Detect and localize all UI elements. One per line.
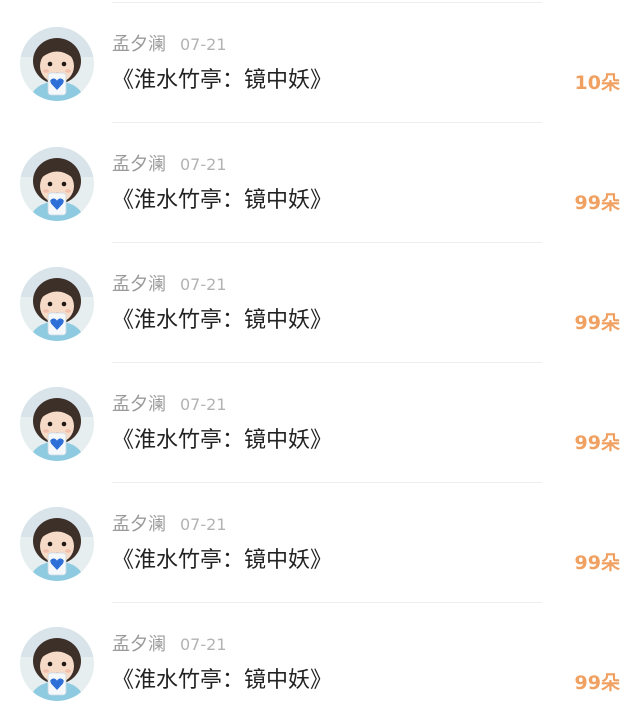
record-date: 07-21 <box>180 35 227 54</box>
book-title[interactable]: 《淮水竹亭：镜中妖》 <box>112 665 332 697</box>
child-avatar-icon <box>20 147 94 221</box>
gift-record-list: 孟夕澜 07-21 《淮水竹亭：镜中妖》 10朵 孟夕澜 07-21 《淮水竹亭… <box>0 3 640 723</box>
sender-name[interactable]: 孟夕澜 <box>112 34 166 55</box>
record-meta: 孟夕澜 07-21 <box>112 633 227 657</box>
flower-amount: 99朵 <box>574 672 620 694</box>
sender-name[interactable]: 孟夕澜 <box>112 394 166 415</box>
list-item[interactable]: 孟夕澜 07-21 《淮水竹亭：镜中妖》 99朵 <box>0 363 640 483</box>
sender-name[interactable]: 孟夕澜 <box>112 154 166 175</box>
user-avatar[interactable] <box>20 507 94 581</box>
list-item[interactable]: 孟夕澜 07-21 《淮水竹亭：镜中妖》 10朵 <box>0 3 640 123</box>
list-item[interactable]: 孟夕澜 07-21 《淮水竹亭：镜中妖》 99朵 <box>0 123 640 243</box>
sender-name[interactable]: 孟夕澜 <box>112 514 166 535</box>
book-title[interactable]: 《淮水竹亭：镜中妖》 <box>112 305 332 337</box>
book-title[interactable]: 《淮水竹亭：镜中妖》 <box>112 185 332 217</box>
flower-amount: 10朵 <box>574 72 620 94</box>
record-meta: 孟夕澜 07-21 <box>112 273 227 297</box>
flower-amount: 99朵 <box>574 552 620 574</box>
list-item[interactable]: 孟夕澜 07-21 《淮水竹亭：镜中妖》 99朵 <box>0 243 640 363</box>
user-avatar[interactable] <box>20 627 94 701</box>
user-avatar[interactable] <box>20 387 94 461</box>
record-meta: 孟夕澜 07-21 <box>112 33 227 57</box>
flower-amount: 99朵 <box>574 192 620 214</box>
sender-name[interactable]: 孟夕澜 <box>112 274 166 295</box>
record-date: 07-21 <box>180 275 227 294</box>
record-date: 07-21 <box>180 515 227 534</box>
child-avatar-icon <box>20 27 94 101</box>
record-date: 07-21 <box>180 635 227 654</box>
book-title[interactable]: 《淮水竹亭：镜中妖》 <box>112 545 332 577</box>
child-avatar-icon <box>20 507 94 581</box>
user-avatar[interactable] <box>20 27 94 101</box>
child-avatar-icon <box>20 387 94 461</box>
user-avatar[interactable] <box>20 147 94 221</box>
book-title[interactable]: 《淮水竹亭：镜中妖》 <box>112 65 332 97</box>
list-item[interactable]: 孟夕澜 07-21 《淮水竹亭：镜中妖》 99朵 <box>0 603 640 723</box>
record-date: 07-21 <box>180 155 227 174</box>
record-meta: 孟夕澜 07-21 <box>112 513 227 537</box>
record-meta: 孟夕澜 07-21 <box>112 153 227 177</box>
record-date: 07-21 <box>180 395 227 414</box>
child-avatar-icon <box>20 627 94 701</box>
record-meta: 孟夕澜 07-21 <box>112 393 227 417</box>
flower-amount: 99朵 <box>574 312 620 334</box>
list-item[interactable]: 孟夕澜 07-21 《淮水竹亭：镜中妖》 99朵 <box>0 483 640 603</box>
user-avatar[interactable] <box>20 267 94 341</box>
child-avatar-icon <box>20 267 94 341</box>
sender-name[interactable]: 孟夕澜 <box>112 634 166 655</box>
flower-amount: 99朵 <box>574 432 620 454</box>
book-title[interactable]: 《淮水竹亭：镜中妖》 <box>112 425 332 457</box>
